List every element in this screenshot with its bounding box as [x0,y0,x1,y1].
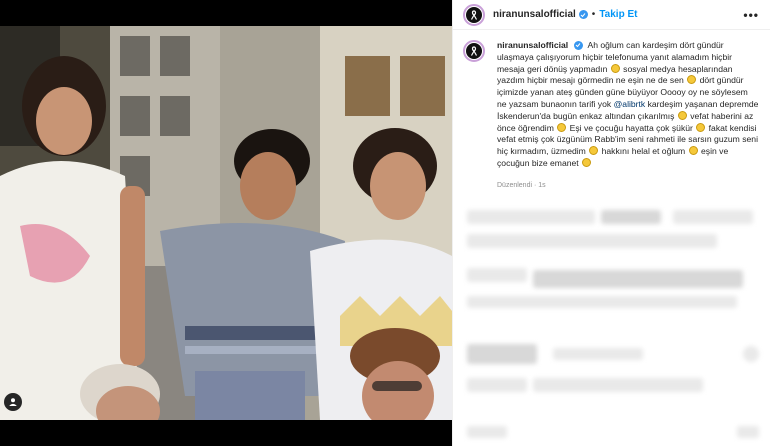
profile-username-link[interactable]: niranunsalofficial [493,9,576,20]
caption-text: niranunsalofficial Ah oğlum can kardeşim… [497,40,759,192]
blurred-comment [467,234,717,248]
black-ribbon-icon [466,43,482,59]
caption-part: hakkını helal et oğlum [601,146,686,157]
sad-face-emoji-icon [687,75,697,85]
post-edited-timestamp: Düzenlendi · 1s [497,181,546,189]
more-options-icon[interactable]: ••• [743,8,759,22]
post-details-panel: niranunsalofficial • Takip Et ••• niranu… [452,0,770,446]
sad-face-emoji-icon [589,146,599,156]
blurred-comment [673,210,753,224]
family-photo-illustration [0,26,452,420]
sad-face-emoji-icon [677,110,687,120]
sad-face-emoji-icon [688,146,698,156]
follow-button[interactable]: Takip Et [599,9,637,20]
blurred-comment [533,378,703,392]
caption-part: Eşi ve çocuğu hayatta çok şükür [569,122,693,133]
post-media[interactable] [0,0,452,446]
caption-username-link[interactable]: niranunsalofficial [497,40,568,50]
blurred-comment [553,348,643,360]
sad-face-emoji-icon [582,157,592,167]
user-tag-icon[interactable] [4,393,22,411]
blurred-comment [467,210,595,224]
post-header: niranunsalofficial • Takip Et ••• [453,0,770,30]
blurred-comment [467,426,507,438]
blurred-comment [467,344,537,364]
sad-face-emoji-icon [610,63,620,73]
blurred-comment [533,270,743,288]
verified-badge-icon [573,40,583,50]
header-separator: • [591,9,596,20]
profile-avatar[interactable] [463,3,485,26]
blurred-comment [467,378,527,392]
blurred-avatar [743,346,759,362]
post-caption: niranunsalofficial Ah oğlum can kardeşim… [463,40,763,192]
sad-face-emoji-icon [557,122,567,132]
blurred-comment [467,296,737,308]
verified-badge-icon [578,10,588,19]
mention-link[interactable]: @alibrtk [614,99,646,109]
blurred-comment [601,210,661,224]
caption-avatar[interactable] [463,40,485,62]
post-photo[interactable] [0,26,452,420]
sad-face-emoji-icon [696,122,706,132]
blurred-comment [467,268,527,282]
black-ribbon-icon [466,6,482,23]
blurred-comment [737,426,759,438]
